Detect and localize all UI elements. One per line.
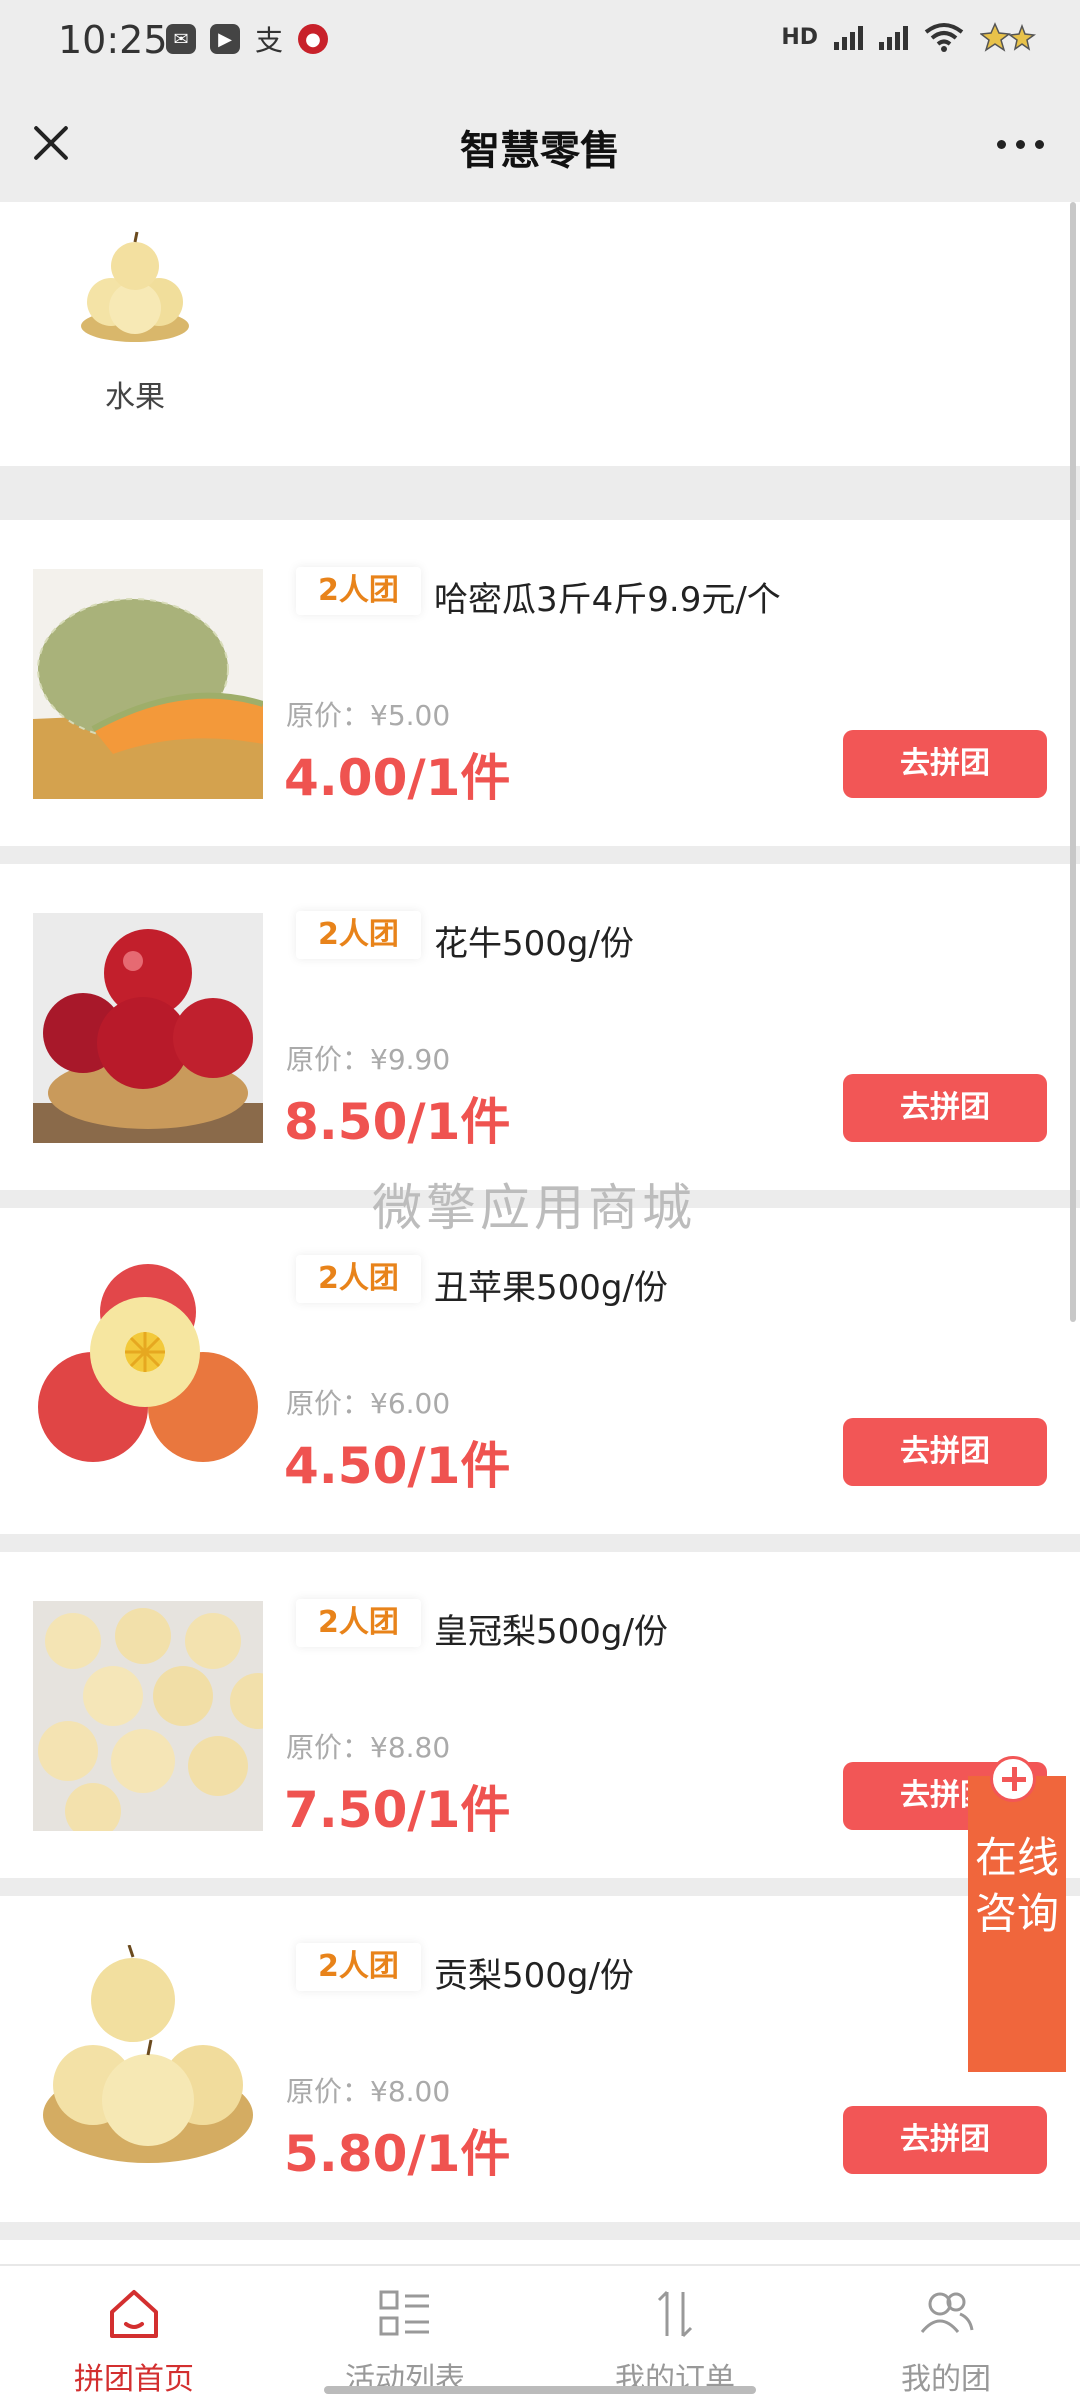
original-price: 原价：¥5.00 — [286, 699, 451, 732]
product-name[interactable]: 丑苹果500g/份 — [434, 1260, 668, 1309]
original-price: 原价：¥6.00 — [286, 1387, 451, 1420]
category-item-fruit[interactable]: 水果 — [70, 230, 200, 416]
group-icon — [920, 2292, 974, 2333]
product-image-tribute-pear — [33, 1945, 263, 2175]
product-card[interactable]: 2人团 哈密瓜3斤4斤9.9元/个 原价：¥5.00 4.00/1件 去拼团 — [0, 520, 1080, 846]
system-status-icons: HD — [781, 22, 1040, 52]
join-group-button[interactable]: 去拼团 — [843, 1418, 1047, 1486]
product-image-apple — [33, 913, 263, 1143]
original-price: 原价：¥8.00 — [286, 2075, 451, 2108]
group-badge: 2人团 — [296, 1943, 421, 1991]
sale-price: 5.80/1件 — [284, 2125, 511, 2183]
list-icon — [379, 2290, 429, 2336]
tab-home[interactable]: 拼团首页 — [34, 2266, 234, 2402]
plus-icon — [990, 1756, 1036, 1802]
product-image-crown-pear — [33, 1601, 263, 1831]
sale-price: 8.50/1件 — [284, 1093, 511, 1151]
alipay-icon: 支 — [254, 24, 283, 57]
consult-label: 在线咨询 — [974, 1833, 1059, 1938]
original-price: 原价：¥9.90 — [286, 1043, 451, 1076]
watermark-text: 微擎应用商城 — [372, 1179, 696, 1237]
wifi-icon — [924, 23, 964, 52]
category-label: 水果 — [105, 380, 165, 415]
message-icon: ✉ — [166, 24, 196, 54]
home-icon — [110, 2290, 158, 2338]
status-bar: 10:25 ✉ ▶ 支 ● HD — [0, 0, 1080, 84]
status-time: 10:25 — [58, 18, 168, 62]
join-group-button[interactable]: 去拼团 — [843, 2106, 1047, 2174]
title-bar: 智慧零售 — [0, 84, 1080, 202]
product-name[interactable]: 贡梨500g/份 — [434, 1948, 634, 1997]
product-card[interactable]: 2人团 丑苹果500g/份 原价：¥6.00 4.50/1件 去拼团 — [0, 1208, 1080, 1534]
online-consult-button[interactable]: 在线咨询 — [968, 1756, 1066, 2072]
bottom-tab-bar: 拼团首页 活动列表 我的订单 我的团 — [0, 2264, 1080, 2402]
category-panel: 水果 — [0, 202, 1080, 466]
tab-my-orders[interactable]: 我的订单 — [575, 2266, 775, 2402]
group-badge: 2人团 — [296, 567, 421, 615]
product-image-melon — [33, 569, 263, 799]
product-card[interactable]: 2人团 贡梨500g/份 原价：¥8.00 5.80/1件 去拼团 — [0, 1896, 1080, 2222]
page-title: 智慧零售 — [460, 128, 620, 174]
tab-label: 我的团 — [901, 2362, 991, 2397]
product-name[interactable]: 皇冠梨500g/份 — [434, 1604, 668, 1653]
signal-5g-icon — [879, 24, 908, 50]
home-indicator[interactable] — [324, 2386, 756, 2394]
product-name[interactable]: 花牛500g/份 — [434, 916, 634, 965]
notification-icons: ✉ ▶ 支 ● — [166, 24, 328, 57]
signal-4g-icon — [834, 24, 863, 50]
battery-star-icon — [980, 22, 1037, 52]
more-options-icon[interactable] — [997, 140, 1044, 149]
sale-price: 7.50/1件 — [284, 1781, 511, 1839]
sort-icon — [657, 2290, 693, 2338]
video-icon: ▶ — [210, 24, 240, 54]
join-group-button[interactable]: 去拼团 — [843, 1074, 1047, 1142]
fruit-category-image — [75, 230, 195, 350]
product-card[interactable]: 2人团 花牛500g/份 原价：¥9.90 8.50/1件 去拼团 — [0, 864, 1080, 1190]
group-badge: 2人团 — [296, 911, 421, 959]
tab-label: 拼团首页 — [74, 2362, 194, 2397]
group-badge: 2人团 — [296, 1255, 421, 1303]
original-price: 原价：¥8.80 — [286, 1731, 451, 1764]
app-notification-icon: ● — [298, 24, 328, 54]
tab-activity-list[interactable]: 活动列表 — [305, 2266, 505, 2402]
product-name[interactable]: 哈密瓜3斤4斤9.9元/个 — [434, 572, 781, 621]
sale-price: 4.50/1件 — [284, 1437, 511, 1495]
product-card[interactable]: 2人团 皇冠梨500g/份 原价：¥8.80 7.50/1件 去拼团 — [0, 1552, 1080, 1878]
tab-my-groups[interactable]: 我的团 — [846, 2266, 1046, 2402]
sale-price: 4.00/1件 — [284, 749, 511, 807]
hd-icon: HD — [781, 24, 818, 50]
scrollbar[interactable] — [1070, 202, 1076, 1322]
join-group-button[interactable]: 去拼团 — [843, 730, 1047, 798]
product-image-ugly-apple — [33, 1257, 263, 1487]
group-badge: 2人团 — [296, 1599, 421, 1647]
